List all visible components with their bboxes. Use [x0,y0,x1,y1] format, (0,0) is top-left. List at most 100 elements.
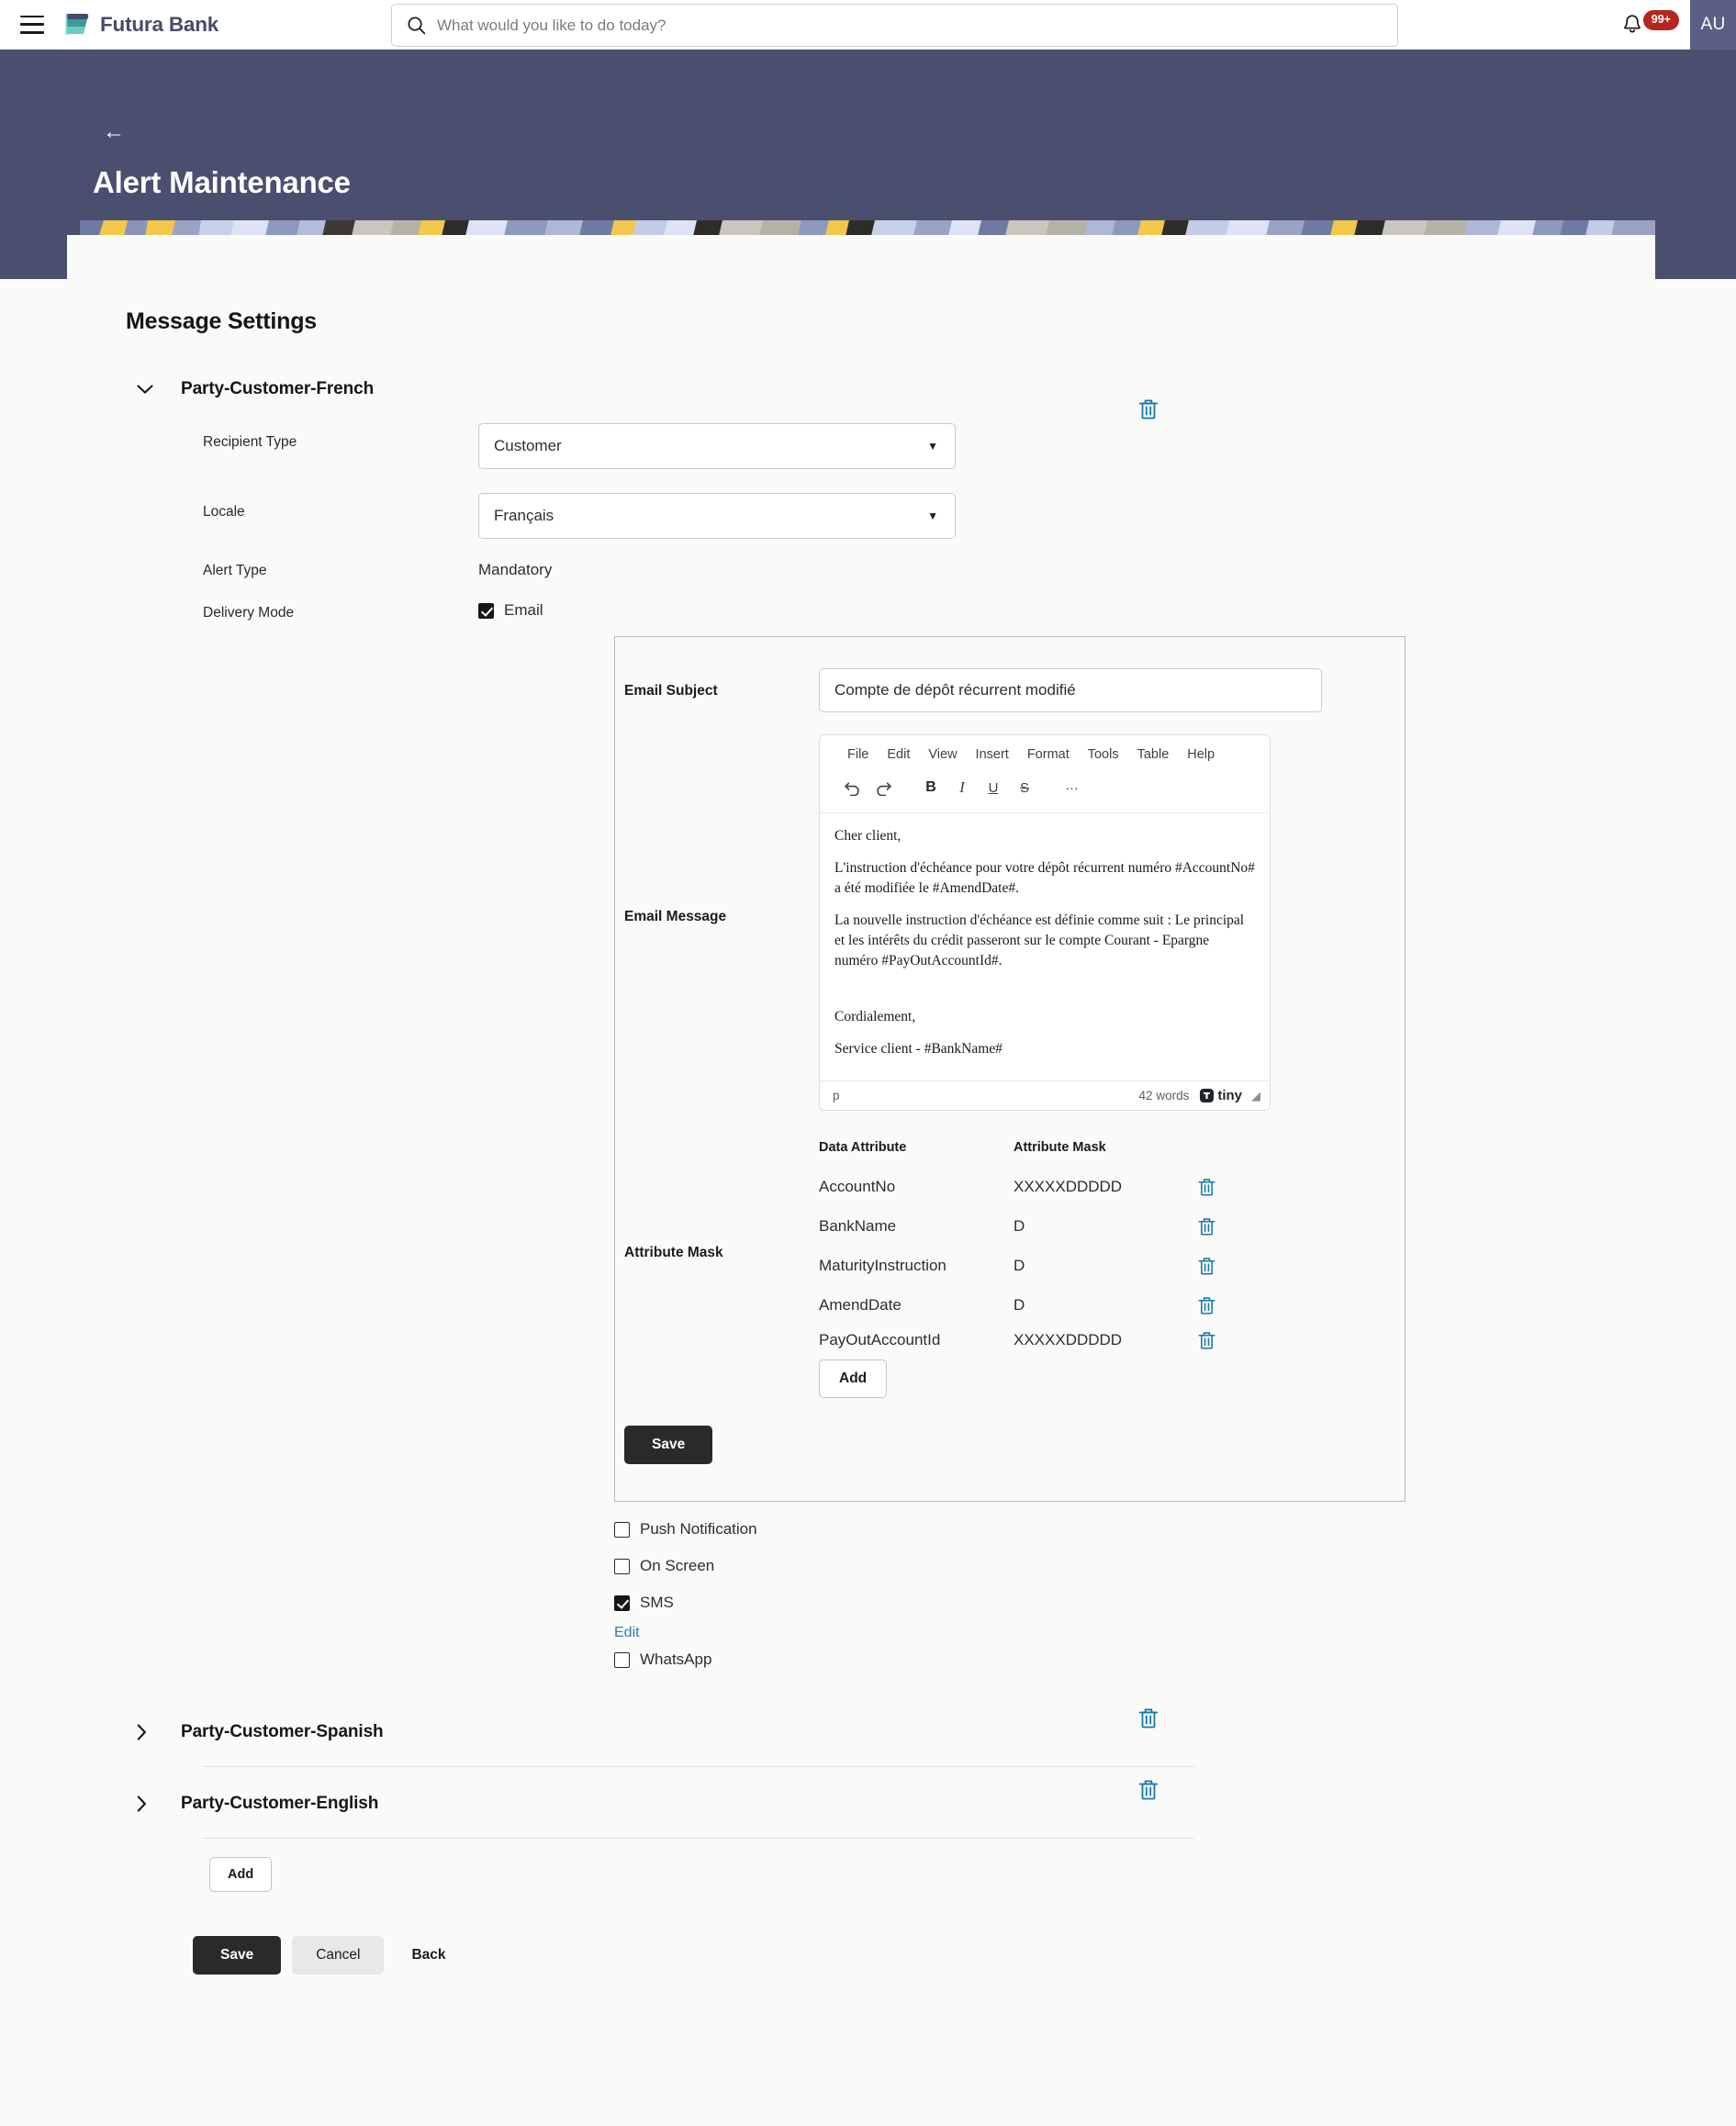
checkbox-push-notification[interactable] [614,1521,630,1538]
chevron-right-icon[interactable] [137,1796,161,1812]
checkbox-push-notification-label[interactable]: Push Notification [640,1520,757,1539]
italic-icon[interactable]: I [948,774,976,801]
delivery-mode-email[interactable]: Email [478,594,543,620]
table-row: MaturityInstruction D [819,1246,1252,1285]
table-row: AmendDate D [819,1285,1252,1325]
checkbox-whatsapp[interactable] [614,1651,630,1668]
recipient-type-value: Customer [494,437,562,454]
brand-name: Futura Bank [100,12,219,36]
email-message-row: Email Message File Edit View Insert Form… [624,734,1405,1111]
editor-menu-insert[interactable]: Insert [967,744,1018,766]
locale-select[interactable]: Français ▼ [478,493,956,539]
global-search-bar[interactable] [391,4,1398,47]
form-row-alert-type: Alert Type Mandatory [203,552,1655,579]
add-attribute-button[interactable]: Add [819,1360,888,1398]
delivery-mode-on-screen[interactable]: On Screen [614,1557,1655,1575]
chevron-down-icon: ▼ [927,509,938,522]
underline-icon[interactable]: U [980,774,1007,801]
delete-attribute-row-icon[interactable] [1197,1256,1252,1276]
email-message-label: Email Message [624,909,727,924]
editor-content-area[interactable]: Cher client, L'instruction d'échéance po… [820,813,1270,1080]
search-input[interactable] [437,16,1383,35]
edit-sms-link[interactable]: Edit [614,1625,640,1641]
delete-attribute-row-icon[interactable] [1197,1330,1252,1350]
chevron-down-icon: ▼ [927,440,938,453]
checkbox-email-label[interactable]: Email [504,601,543,620]
table-header-row: Data Attribute Attribute Mask [819,1127,1252,1167]
email-subject-label: Email Subject [624,683,718,699]
editor-menu-table[interactable]: Table [1128,744,1179,766]
redo-icon[interactable] [869,774,897,801]
editor-menu-help[interactable]: Help [1178,744,1224,766]
undo-icon[interactable] [838,774,866,801]
accordion-title-french[interactable]: Party-Customer-French [181,379,374,399]
more-options-icon[interactable]: … [1058,774,1086,801]
editor-menu-tools[interactable]: Tools [1079,744,1128,766]
delete-attribute-row-icon[interactable] [1197,1216,1252,1236]
delivery-mode-push-notification[interactable]: Push Notification [614,1520,1655,1539]
table-row: AccountNo XXXXXDDDDD [819,1167,1252,1206]
column-header-data-attribute: Data Attribute [819,1139,907,1155]
cell-attribute-mask: D [1014,1256,1025,1274]
delivery-mode-whatsapp[interactable]: WhatsApp [614,1650,1655,1669]
editor-spacer [834,983,1255,1007]
section-title: Message Settings [126,308,317,334]
checkbox-whatsapp-label[interactable]: WhatsApp [640,1650,711,1669]
editor-menu-file[interactable]: File [838,744,878,766]
editor-element-path[interactable]: p [833,1089,1139,1102]
delete-locale-french-icon[interactable] [1137,397,1159,425]
save-email-settings-button[interactable]: Save [624,1426,713,1464]
checkbox-on-screen[interactable] [614,1558,630,1574]
form-row-locale: Locale Français ▼ [203,493,1655,539]
hamburger-menu-icon[interactable] [20,15,44,34]
cell-data-attribute: BankName [819,1216,897,1235]
delete-locale-english-icon[interactable] [1137,1778,1159,1806]
locale-group-spanish: Party-Customer-Spanish [67,1708,1655,1767]
cancel-button[interactable]: Cancel [292,1936,385,1975]
notification-bell-icon[interactable] [1621,13,1643,37]
accordion-header-spanish[interactable]: Party-Customer-Spanish [137,1722,1655,1742]
tinymce-brand-logo[interactable]: tiny [1200,1088,1242,1103]
user-avatar[interactable]: AU [1690,0,1736,50]
delivery-mode-sms[interactable]: SMS [614,1594,1655,1612]
editor-menu-format[interactable]: Format [1018,744,1079,766]
accordion-header-french[interactable]: Party-Customer-French [137,379,1655,399]
recipient-type-select[interactable]: Customer ▼ [478,423,956,469]
rich-text-editor[interactable]: File Edit View Insert Format Tools Table… [819,734,1271,1111]
accordion-title-spanish[interactable]: Party-Customer-Spanish [181,1722,384,1742]
checkbox-email[interactable] [478,602,494,619]
checkbox-sms-label[interactable]: SMS [640,1594,674,1612]
attribute-mask-table: Data Attribute Attribute Mask AccountNo … [819,1127,1252,1398]
brand-logo-group[interactable]: Futura Bank [64,11,218,39]
cell-data-attribute: PayOutAccountId [819,1331,941,1348]
top-navigation-bar: Futura Bank 99+ AU [0,0,1736,50]
accordion-header-english[interactable]: Party-Customer-English [137,1794,1655,1814]
checkbox-on-screen-label[interactable]: On Screen [640,1557,714,1575]
editor-paragraph-signoff: Cordialement, [834,1009,916,1024]
delete-attribute-row-icon[interactable] [1197,1177,1252,1197]
locale-group-french: Party-Customer-French Recipient Type Cus… [67,379,1655,1669]
divider [203,1766,1194,1767]
alert-type-value: Mandatory [478,561,553,578]
bold-icon[interactable]: B [917,774,945,801]
back-button[interactable]: Back [395,1936,462,1975]
editor-toolbar: B I U S … [820,771,1270,813]
editor-paragraph-greeting: Cher client, [834,828,902,844]
delete-attribute-row-icon[interactable] [1197,1295,1252,1315]
delete-locale-spanish-icon[interactable] [1137,1706,1159,1734]
strikethrough-icon[interactable]: S [1011,774,1038,801]
table-row: PayOutAccountId XXXXXDDDDD [819,1325,1252,1356]
cell-attribute-mask: D [1014,1295,1025,1314]
chevron-down-icon[interactable] [137,384,161,395]
editor-menu-edit[interactable]: Edit [878,744,919,766]
editor-menu-view[interactable]: View [919,744,966,766]
chevron-right-icon[interactable] [137,1724,161,1740]
checkbox-sms[interactable] [614,1594,630,1611]
email-subject-input[interactable] [819,668,1322,712]
editor-resize-handle-icon[interactable]: ◢ [1251,1089,1260,1103]
back-arrow-icon[interactable]: ← [103,121,125,143]
accordion-title-english[interactable]: Party-Customer-English [181,1794,378,1814]
add-locale-button[interactable]: Add [209,1857,273,1892]
save-button[interactable]: Save [193,1936,282,1975]
notification-count-badge[interactable]: 99+ [1642,10,1679,30]
